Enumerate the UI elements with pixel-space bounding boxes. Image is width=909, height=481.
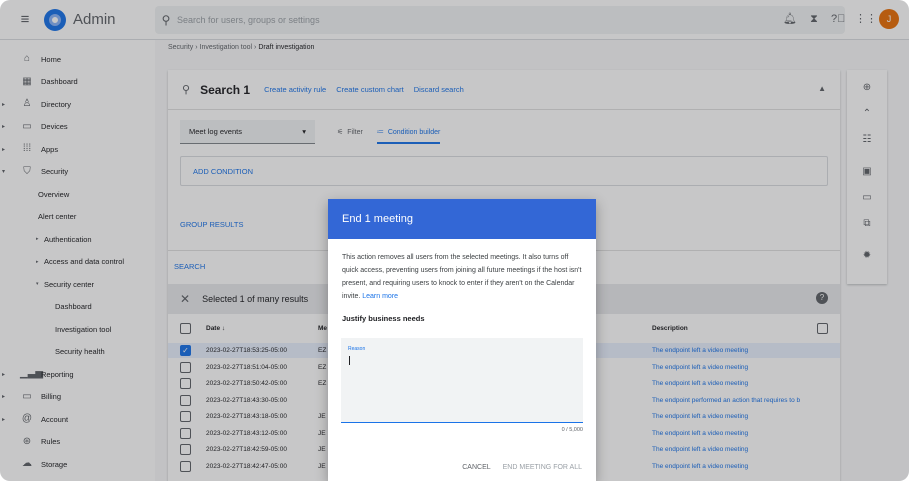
end-meeting-dialog: End 1 meeting This action removes all us… <box>328 199 596 481</box>
char-counter: 0 / 5,000 <box>561 427 583 433</box>
cancel-button[interactable]: CANCEL <box>462 464 490 471</box>
dialog-body: This action removes all users from the s… <box>328 239 596 325</box>
justify-label: Justify business needs <box>342 314 425 323</box>
reason-textarea[interactable]: Reason <box>341 338 583 423</box>
admin-console: ≡ Admin ⚲ Search for users, groups or se… <box>0 0 909 481</box>
learn-more-link[interactable]: Learn more <box>362 293 398 300</box>
end-meeting-button[interactable]: END MEETING FOR ALL <box>503 464 582 471</box>
reason-label: Reason <box>348 346 366 352</box>
text-cursor <box>349 356 350 365</box>
dialog-title: End 1 meeting <box>328 199 596 239</box>
